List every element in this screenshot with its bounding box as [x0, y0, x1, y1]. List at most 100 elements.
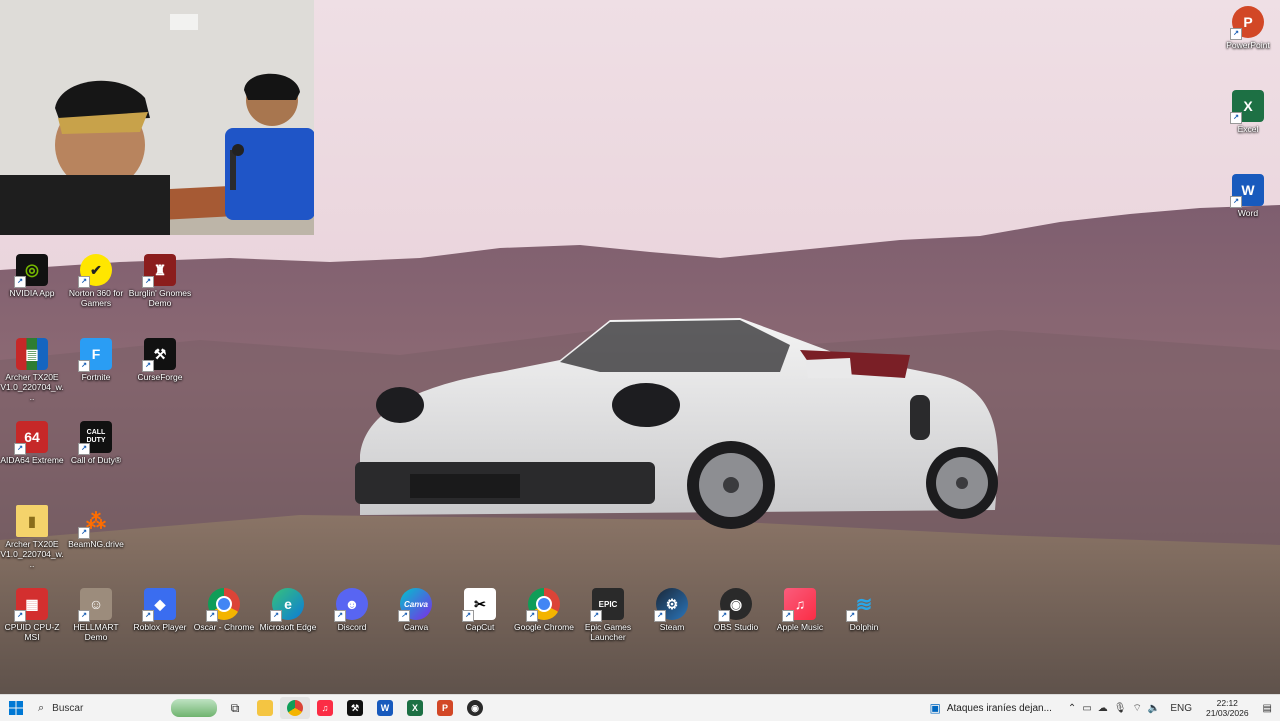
- desktop-icon-call-of-duty[interactable]: CALL DUTY↗ Call of Duty®: [64, 421, 128, 465]
- taskbar-chrome[interactable]: [280, 697, 310, 719]
- desktop-icon-norton[interactable]: ✔↗ Norton 360 for Gamers: [64, 254, 128, 308]
- cpu-z-icon: ▦: [25, 596, 38, 613]
- taskbar-search[interactable]: ⌕ Buscar: [32, 697, 168, 719]
- taskbar: ⌕ Buscar ⧉ ♫ ⚒ W X P ◉ ▣ Ataques iraníes…: [0, 694, 1280, 721]
- shortcut-arrow-icon: ↗: [270, 610, 282, 622]
- desktop-icon-excel[interactable]: X↗ Excel: [1216, 90, 1280, 134]
- icon-label: Archer TX20E V1.0_220704_w...: [0, 539, 64, 569]
- volume-icon[interactable]: 🔈: [1148, 703, 1160, 714]
- news-headline: Ataques iraníes dejan...: [947, 703, 1052, 714]
- language-indicator[interactable]: ENG: [1170, 703, 1192, 714]
- start-button[interactable]: [0, 697, 32, 719]
- chevron-up-icon[interactable]: ⌃: [1068, 703, 1076, 714]
- desktop-icon-roblox[interactable]: ◆↗ Roblox Player: [128, 588, 192, 632]
- icon-label: Archer TX20E V1.0_220704_w...: [0, 372, 64, 402]
- desktop-icon-curseforge[interactable]: ⚒↗ CurseForge: [128, 338, 192, 382]
- desktop-icon-aida64[interactable]: 64↗ AIDA64 Extreme: [0, 421, 64, 465]
- desktop-icon-beamng[interactable]: ⁂↗ BeamNG.drive: [64, 505, 128, 549]
- icon-label: Dolphin: [832, 622, 896, 632]
- icon-label: AIDA64 Extreme: [0, 455, 64, 465]
- apple-music-icon: ♫: [317, 700, 333, 716]
- desktop-icon-word[interactable]: W↗ Word: [1216, 174, 1280, 218]
- shortcut-arrow-icon: ↗: [1230, 28, 1242, 40]
- taskbar-file-explorer[interactable]: [250, 697, 280, 719]
- shortcut-arrow-icon: ↗: [78, 527, 90, 539]
- shortcut-arrow-icon: ↗: [398, 610, 410, 622]
- folder-zip-icon: ▮: [28, 513, 36, 530]
- icon-label: Oscar - Chrome: [192, 622, 256, 632]
- shortcut-arrow-icon: ↗: [654, 610, 666, 622]
- desktop-icon-burglin-gnomes[interactable]: ♜↗ Burglin' Gnomes Demo: [128, 254, 192, 308]
- shortcut-arrow-icon: ↗: [78, 443, 90, 455]
- desktop-icon-edge[interactable]: e↗ Microsoft Edge: [256, 588, 320, 632]
- desktop-icon-epic-games[interactable]: EPIC↗ Epic Games Launcher: [576, 588, 640, 642]
- chrome-icon: [287, 700, 303, 716]
- shortcut-arrow-icon: ↗: [846, 610, 858, 622]
- desktop-icon-cpuid[interactable]: ▦↗ CPUID CPU-Z MSI: [0, 588, 64, 642]
- notification-icon[interactable]: ▤: [1263, 703, 1272, 714]
- taskbar-excel[interactable]: X: [400, 697, 430, 719]
- shortcut-arrow-icon: ↗: [14, 610, 26, 622]
- desktop-icon-google-chrome[interactable]: ↗ Google Chrome: [512, 588, 576, 632]
- taskbar-apple-music[interactable]: ♫: [310, 697, 340, 719]
- shortcut-arrow-icon: ↗: [206, 610, 218, 622]
- desktop-icon-capcut[interactable]: ✂↗ CapCut: [448, 588, 512, 632]
- shortcut-arrow-icon: ↗: [14, 443, 26, 455]
- shortcut-arrow-icon: ↗: [78, 360, 90, 372]
- widgets-button[interactable]: [168, 697, 220, 719]
- desktop-icon-oscar-chrome[interactable]: ↗ Oscar - Chrome: [192, 588, 256, 632]
- icon-label: Word: [1216, 208, 1280, 218]
- gnome-icon: ♜: [154, 262, 167, 279]
- desktop-icon-nvidia-app[interactable]: ◎↗ NVIDIA App: [0, 254, 64, 298]
- desktop-icon-apple-music[interactable]: ♫↗ Apple Music: [768, 588, 832, 632]
- shortcut-arrow-icon: ↗: [526, 610, 538, 622]
- search-icon: ⌕: [38, 702, 44, 715]
- obs-icon: ◉: [730, 596, 742, 613]
- mic-icon[interactable]: 🎙: [1114, 703, 1127, 714]
- desktop-icon-fortnite[interactable]: F↗ Fortnite: [64, 338, 128, 382]
- network-icon[interactable]: ⌔: [1132, 702, 1141, 715]
- icon-label: PowerPoint: [1216, 40, 1280, 50]
- cloud-icon[interactable]: ☁: [1098, 703, 1108, 714]
- icon-label: Google Chrome: [512, 622, 576, 632]
- icon-label: Canva: [384, 622, 448, 632]
- news-widget[interactable]: ▣ Ataques iraníes dejan...: [930, 697, 1052, 719]
- shortcut-arrow-icon: ↗: [78, 610, 90, 622]
- taskbar-obs[interactable]: ◉: [460, 697, 490, 719]
- discord-icon: ☻: [345, 596, 360, 612]
- desktop-icon-archer-2[interactable]: ▮ Archer TX20E V1.0_220704_w...: [0, 505, 64, 569]
- epic-games-icon: EPIC: [599, 600, 618, 609]
- windows-start-icon: [9, 701, 23, 715]
- desktop-icon-powerpoint[interactable]: P↗ PowerPoint: [1216, 6, 1280, 50]
- taskbar-word[interactable]: W: [370, 697, 400, 719]
- icon-label: Epic Games Launcher: [576, 622, 640, 642]
- desktop-icon-hellmart[interactable]: ☺↗ HELLMART Demo: [64, 588, 128, 642]
- excel-icon: X: [407, 700, 423, 716]
- system-tray: ▣ Ataques iraníes dejan... ⌃ ▭ ☁ 🎙 ⌔ 🔈 E…: [930, 697, 1280, 719]
- desktop-icon-discord[interactable]: ☻↗ Discord: [320, 588, 384, 632]
- icon-label: Roblox Player: [128, 622, 192, 632]
- shortcut-arrow-icon: ↗: [590, 610, 602, 622]
- desktop-icon-obs[interactable]: ◉↗ OBS Studio: [704, 588, 768, 632]
- shortcut-arrow-icon: ↗: [78, 276, 90, 288]
- desktop-icon-steam[interactable]: ⚙↗ Steam: [640, 588, 704, 632]
- clock-date: 21/03/2026: [1206, 708, 1249, 718]
- device-icon[interactable]: ▭: [1082, 703, 1091, 714]
- taskbar-curseforge[interactable]: ⚒: [340, 697, 370, 719]
- chrome-icon: [536, 596, 552, 612]
- desktop-icon-dolphin[interactable]: ≋↗ Dolphin: [832, 588, 896, 632]
- icon-label: Burglin' Gnomes Demo: [128, 288, 192, 308]
- icon-label: Steam: [640, 622, 704, 632]
- task-view-button[interactable]: ⧉: [220, 697, 250, 719]
- desktop-icon-archer-1[interactable]: ▤ Archer TX20E V1.0_220704_w...: [0, 338, 64, 402]
- excel-icon: X: [1243, 98, 1252, 114]
- clock[interactable]: 22:12 21/03/2026: [1206, 698, 1249, 718]
- desktop-icon-canva[interactable]: Canva↗ Canva: [384, 588, 448, 632]
- icon-label: Call of Duty®: [64, 455, 128, 465]
- steam-icon: ⚙: [666, 596, 679, 613]
- file-explorer-icon: [257, 700, 273, 716]
- curseforge-icon: ⚒: [347, 700, 363, 716]
- taskbar-powerpoint[interactable]: P: [430, 697, 460, 719]
- aida64-icon: 64: [24, 429, 40, 445]
- shortcut-arrow-icon: ↗: [462, 610, 474, 622]
